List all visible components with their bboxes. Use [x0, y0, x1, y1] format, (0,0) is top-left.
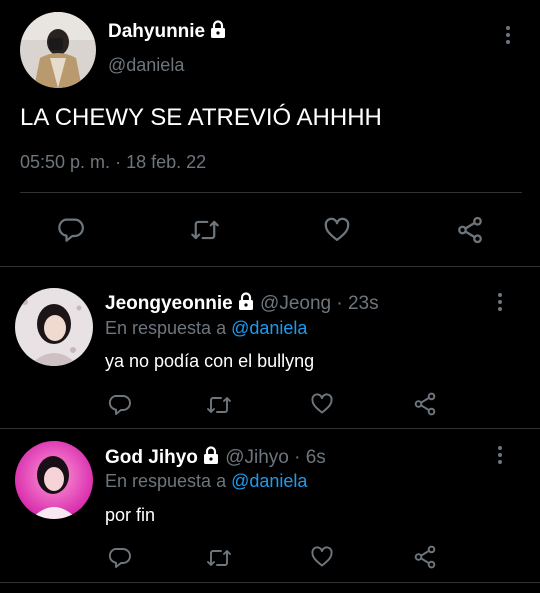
tweet-time: 05:50 p. m.: [20, 152, 111, 172]
divider: [0, 582, 540, 583]
reply-age[interactable]: · 23s: [336, 293, 378, 314]
reply-author-avatar[interactable]: [15, 441, 93, 519]
reply-icon[interactable]: [107, 545, 131, 569]
timestamp-separator: ·: [115, 152, 122, 172]
reply-header: Jeongyeonnie @Jeong · 23s: [105, 292, 379, 315]
like-icon[interactable]: [310, 545, 334, 569]
reply-context-label: En respuesta a: [105, 471, 227, 491]
tweet-date: 18 feb. 22: [126, 152, 207, 172]
like-icon[interactable]: [310, 392, 334, 416]
divider: [0, 266, 540, 267]
reply-context: En respuesta a @daniela: [105, 318, 307, 339]
lock-icon: [209, 20, 227, 39]
reply-author-handle[interactable]: @Jeong: [260, 293, 331, 314]
reply-text: ya no podía con el bullyng: [105, 351, 315, 371]
like-icon[interactable]: [323, 216, 351, 244]
share-icon[interactable]: [455, 215, 485, 245]
main-author-handle[interactable]: @daniela: [108, 55, 184, 76]
divider: [0, 428, 540, 429]
reply-author-name[interactable]: Jeongyeonnie: [105, 293, 233, 314]
mention-link[interactable]: @daniela: [231, 318, 307, 338]
main-author-avatar[interactable]: [20, 12, 96, 88]
reply-context: En respuesta a @daniela: [105, 471, 307, 492]
reply-text: por fin: [105, 505, 156, 525]
reply-header: God Jihyo @Jihyo · 6s: [105, 446, 326, 469]
mention-link[interactable]: @daniela: [231, 471, 307, 491]
main-author-name-row: Dahyunnie: [108, 20, 227, 43]
share-icon[interactable]: [412, 544, 438, 570]
reply-author-avatar[interactable]: [15, 288, 93, 366]
tweet-timestamp[interactable]: 05:50 p. m. · 18 feb. 22: [20, 152, 206, 173]
more-options-icon[interactable]: [490, 444, 510, 466]
reply-author-name[interactable]: God Jihyo: [105, 447, 198, 468]
reply-age[interactable]: · 6s: [294, 447, 326, 468]
reply-context-label: En respuesta a: [105, 318, 227, 338]
reply-icon[interactable]: [56, 215, 84, 243]
divider: [20, 192, 522, 193]
reply-icon[interactable]: [107, 392, 131, 416]
retweet-icon[interactable]: [206, 393, 232, 417]
retweet-icon[interactable]: [206, 546, 232, 570]
lock-icon: [202, 446, 220, 465]
more-options-icon[interactable]: [498, 24, 518, 46]
more-options-icon[interactable]: [490, 291, 510, 313]
main-tweet-text: LA CHEWY SE ATREVIÓ AHHHH: [20, 104, 382, 131]
reply-author-handle[interactable]: @Jihyo: [225, 447, 289, 468]
main-author-name[interactable]: Dahyunnie: [108, 21, 205, 42]
lock-icon: [237, 292, 255, 311]
share-icon[interactable]: [412, 391, 438, 417]
retweet-icon[interactable]: [190, 216, 220, 244]
